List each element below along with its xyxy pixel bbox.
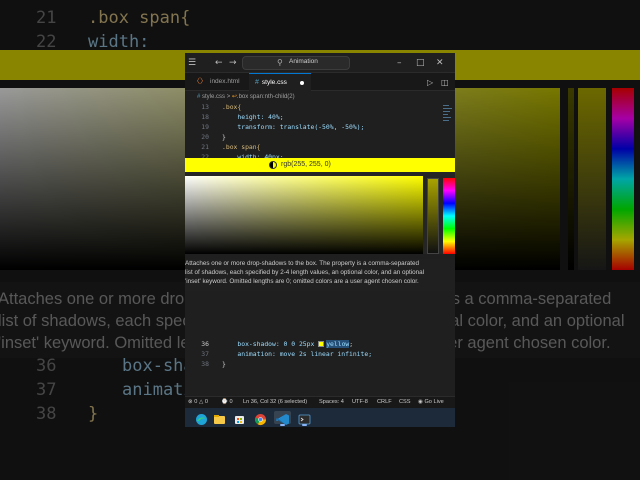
code-text: box-shadow: 0 0 25px <box>222 340 319 348</box>
breadcrumb-symbol[interactable]: .box span:nth-child(2) <box>237 94 295 100</box>
vscode-window: ☰ ← → ⚲ Animation – □ ✕ 〈〉 index.html # st… <box>185 53 455 427</box>
file-explorer-icon[interactable] <box>213 411 226 424</box>
go-live-button[interactable]: ◉ Go Live <box>418 397 444 408</box>
error-icon: ⊗ <box>188 399 193 405</box>
split-editor-icon[interactable]: ◫ <box>441 77 449 89</box>
color-picker-header[interactable]: rgb(255, 255, 0) <box>185 158 455 172</box>
line-number: 38 <box>201 360 209 368</box>
language-mode[interactable]: CSS <box>399 397 411 408</box>
line-number: 37 <box>201 350 209 358</box>
saturation-brightness-area[interactable] <box>185 176 423 254</box>
command-center-title: Animation <box>289 58 318 65</box>
port-count: 0 <box>229 399 233 405</box>
original-color-swatch[interactable] <box>269 161 277 169</box>
running-indicator <box>302 424 307 426</box>
code-line-current: box-shadow: 0 0 25px yellow; <box>222 340 353 349</box>
color-picker: rgb(255, 255, 0) <box>185 158 455 254</box>
color-swatch-icon[interactable] <box>318 341 325 347</box>
code-line: .box{ <box>222 103 242 111</box>
line-number: 13 <box>201 103 209 111</box>
hover-line: 'inset' keyword. Omitted lengths are 0; … <box>185 278 419 285</box>
menu-icon[interactable]: ☰ <box>188 57 196 69</box>
active-indicator <box>280 424 285 426</box>
code-line: .box span{ <box>222 143 261 151</box>
status-bar: ⊗ 0 △ 0 ⌚ 0 Ln 36, Col 32 (6 selected) S… <box>185 396 455 408</box>
hover-line: list of shadows, each specified by 2-4 l… <box>185 269 425 276</box>
run-icon[interactable]: ▷ <box>427 77 433 89</box>
minimap[interactable] <box>443 103 453 133</box>
go-live-label: Go Live <box>424 399 444 405</box>
tab-label: index.html <box>210 78 240 85</box>
warning-count: 0 <box>204 399 208 405</box>
chrome-icon[interactable] <box>254 411 267 426</box>
hover-documentation: Attaches one or more drop-shadows to the… <box>185 259 455 291</box>
line-number: 19 <box>201 123 209 131</box>
breadcrumb: # style.css > ↩.box span:nth-child(2) <box>185 91 455 103</box>
close-icon[interactable]: ✕ <box>436 57 444 69</box>
tab-style-css[interactable]: # style.css <box>249 73 311 91</box>
edge-icon[interactable] <box>195 411 208 425</box>
line-number: 18 <box>201 113 209 121</box>
line-number: 21 <box>201 143 209 151</box>
title-bar: ☰ ← → ⚲ Animation – □ ✕ <box>185 53 455 73</box>
line-number: 36 <box>201 340 209 348</box>
breadcrumb-file[interactable]: style.css <box>202 94 225 100</box>
eol-status[interactable]: CRLF <box>377 397 392 408</box>
css-file-icon: # <box>197 94 201 100</box>
encoding-status[interactable]: UTF-8 <box>352 397 368 408</box>
hover-line: Attaches one or more drop-shadows to the… <box>185 260 420 267</box>
cursor-position[interactable]: Ln 36, Col 32 (6 selected) <box>243 397 307 408</box>
selected-text[interactable]: yellow <box>326 340 350 348</box>
forward-arrow-icon[interactable]: → <box>229 57 237 69</box>
code-line: } <box>222 133 226 141</box>
code-line: } <box>222 360 226 368</box>
tab-label: style.css <box>261 79 287 86</box>
vscode-icon[interactable] <box>274 411 291 426</box>
minimize-icon[interactable]: – <box>397 57 402 69</box>
breadcrumb-separator: > <box>226 94 231 100</box>
unsaved-dot-icon[interactable] <box>300 81 304 85</box>
code-line: height: 40%; <box>222 113 284 121</box>
command-center[interactable]: ⚲ Animation <box>242 56 350 70</box>
indentation-status[interactable]: Spaces: 4 <box>319 397 344 408</box>
code-line: animation: move 2s linear infinite; <box>222 350 373 358</box>
back-arrow-icon[interactable]: ← <box>215 57 223 69</box>
store-icon[interactable] <box>233 411 246 424</box>
code-line: transform: translate(-50%, -50%); <box>222 123 365 131</box>
css-file-icon: # <box>255 79 259 86</box>
tab-bar: 〈〉 index.html # style.css ▷ ◫ <box>185 73 455 91</box>
search-icon: ⚲ <box>277 58 283 67</box>
code-text: ; <box>349 340 354 348</box>
terminal-icon[interactable] <box>298 411 311 426</box>
tab-index-html[interactable]: 〈〉 index.html <box>188 73 246 91</box>
warning-icon: △ <box>198 399 204 405</box>
errors-status[interactable]: ⊗ 0 △ 0 <box>188 397 208 408</box>
broadcast-icon: ◉ <box>418 399 423 405</box>
maximize-icon[interactable]: □ <box>416 57 425 69</box>
error-count: 0 <box>194 399 198 405</box>
hue-slider[interactable] <box>443 178 455 254</box>
html-file-icon: 〈〉 <box>193 78 207 85</box>
port-icon: ⌚ <box>221 399 228 405</box>
taskbar <box>185 408 455 427</box>
opacity-slider[interactable] <box>427 178 439 254</box>
color-value-label[interactable]: rgb(255, 255, 0) <box>281 159 331 171</box>
line-number: 20 <box>201 133 209 141</box>
ports-status[interactable]: ⌚ 0 <box>221 397 233 408</box>
